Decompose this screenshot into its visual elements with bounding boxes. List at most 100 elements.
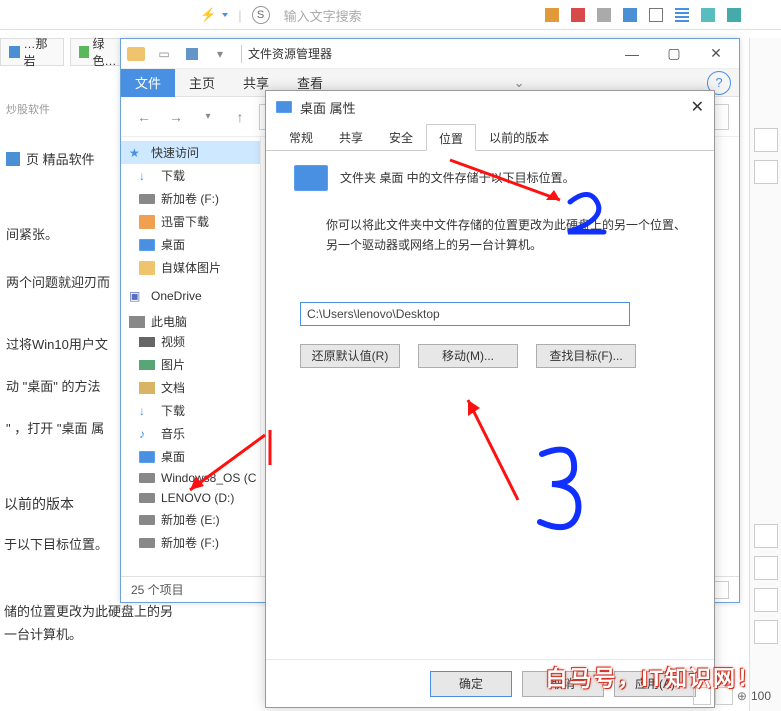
dialog-tabs: 常规 共享 安全 位置 以前的版本	[266, 123, 714, 151]
video-icon	[139, 337, 155, 347]
folder-icon	[139, 215, 155, 229]
sidebar-label: 新加卷 (E:)	[161, 511, 220, 528]
search-provider-icon[interactable]: S	[252, 6, 270, 24]
move-button[interactable]: 移动(M)...	[418, 344, 518, 368]
bg-paragraph: 于以下目标位置。	[0, 530, 112, 557]
qat-btn-2[interactable]	[181, 43, 203, 65]
qat-btn-1[interactable]: ▭	[153, 43, 175, 65]
bolt-icon[interactable]: ⚡	[200, 7, 216, 23]
side-tool-2[interactable]	[754, 160, 778, 184]
location-path-input[interactable]	[300, 302, 630, 326]
tool-icon-7[interactable]	[727, 8, 741, 22]
minimize-button[interactable]: —	[615, 43, 649, 65]
nav-fwd-button[interactable]: →	[163, 104, 189, 130]
tab-label: …那岩	[24, 35, 56, 69]
tool-icon-4[interactable]	[623, 8, 637, 22]
ok-button[interactable]: 确定	[430, 671, 512, 697]
sidebar-item-desktop[interactable]: 桌面	[121, 233, 260, 256]
cloud-icon: ▣	[129, 289, 145, 303]
folder-icon	[139, 261, 155, 275]
tab-previous-versions[interactable]: 以前的版本	[476, 123, 562, 150]
sidebar-item-pictures[interactable]: 图片	[121, 353, 260, 376]
side-tool-5[interactable]	[754, 588, 778, 612]
sidebar-label: 桌面	[161, 236, 185, 253]
sidebar-label: 此电脑	[151, 313, 187, 330]
sidebar-label: 迅雷下载	[161, 213, 209, 230]
ribbon-tab-file[interactable]: 文件	[121, 69, 175, 97]
drive-icon	[139, 515, 155, 525]
right-side-panel	[749, 38, 781, 711]
desktop-icon	[276, 101, 292, 113]
pc-icon	[129, 316, 145, 328]
status-item-count: 25 个项目	[131, 581, 184, 598]
dialog-body: 文件夹 桌面 中的文件存储于以下目标位置。 你可以将此文件夹中文件存储的位置更改…	[266, 151, 714, 382]
tool-icon-5[interactable]	[649, 8, 663, 22]
drive-icon	[139, 473, 155, 483]
side-tool-3[interactable]	[754, 524, 778, 548]
sidebar-item-desktop2[interactable]: 桌面	[121, 445, 260, 468]
sidebar-item-drive-f[interactable]: 新加卷 (F:)	[121, 187, 260, 210]
nav-up-button[interactable]: ↑	[227, 104, 253, 130]
qat-dropdown[interactable]: ▾	[209, 43, 231, 65]
ribbon-expand-icon[interactable]: ⌄	[514, 75, 525, 91]
tab-1[interactable]: …那岩	[0, 38, 64, 66]
tab-security[interactable]: 安全	[376, 123, 426, 150]
sidebar-label: 图片	[161, 356, 185, 373]
icon-group: ⚡	[200, 7, 228, 23]
ribbon-tab-home[interactable]: 主页	[175, 69, 229, 97]
sidebar-item-downloads[interactable]: ↓下载	[121, 164, 260, 187]
close-button[interactable]: ✕	[699, 43, 733, 65]
tool-icon-2[interactable]	[571, 8, 585, 22]
separator: |	[238, 8, 241, 23]
nav-history-button[interactable]: ▾	[195, 104, 221, 130]
top-right-icons	[545, 8, 741, 22]
sidebar-quick-access[interactable]: ★ 快速访问	[121, 141, 260, 164]
sidebar-item-drive-e[interactable]: 新加卷 (E:)	[121, 508, 260, 531]
sidebar-label: 新加卷 (F:)	[161, 534, 219, 551]
sidebar-label: Windows8_OS (C	[161, 471, 256, 485]
location-header-row: 文件夹 桌面 中的文件存储于以下目标位置。	[294, 165, 686, 191]
desktop-icon	[139, 451, 155, 463]
sidebar-this-pc[interactable]: 此电脑	[121, 313, 260, 330]
tool-icon-3[interactable]	[597, 8, 611, 22]
sidebar-item-downloads2[interactable]: ↓下载	[121, 399, 260, 422]
sidebar-onedrive[interactable]: ▣ OneDrive	[121, 289, 260, 303]
star-icon: ★	[129, 146, 145, 160]
sidebar-label: 下载	[161, 167, 185, 184]
explorer-titlebar[interactable]: ▭ ▾ 文件资源管理器 — ▢ ✕	[121, 39, 739, 69]
restore-default-button[interactable]: 还原默认值(R)	[300, 344, 400, 368]
sidebar-item-documents[interactable]: 文档	[121, 376, 260, 399]
grid-icon[interactable]	[675, 8, 689, 22]
sidebar-item-xunlei[interactable]: 迅雷下载	[121, 210, 260, 233]
sidebar-item-videos[interactable]: 视频	[121, 330, 260, 353]
tool-icon-1[interactable]	[545, 8, 559, 22]
browser-top-bar: ⚡ | S 输入文字搜索	[0, 0, 781, 30]
watermark-text: 白马号，IT知识网！	[545, 661, 761, 693]
nav-back-button[interactable]: ←	[131, 104, 157, 130]
dialog-titlebar[interactable]: 桌面 属性 ✕	[266, 91, 714, 123]
side-tool-4[interactable]	[754, 556, 778, 580]
chevron-down-icon[interactable]	[222, 13, 228, 17]
dialog-title: 桌面 属性	[300, 98, 356, 117]
close-button[interactable]: ✕	[691, 97, 704, 117]
sidebar-item-music[interactable]: ♪音乐	[121, 422, 260, 445]
side-tool-1[interactable]	[754, 128, 778, 152]
tab-location[interactable]: 位置	[426, 124, 476, 151]
music-icon: ♪	[139, 427, 155, 441]
drive-icon	[139, 493, 155, 503]
sidebar-item-media-pics[interactable]: 自媒体图片	[121, 256, 260, 279]
bg-section-title: 以前的版本	[0, 490, 78, 518]
tab-sharing[interactable]: 共享	[326, 123, 376, 150]
tab-general[interactable]: 常规	[276, 123, 326, 150]
find-target-button[interactable]: 查找目标(F)...	[536, 344, 636, 368]
sidebar-item-drive-c[interactable]: Windows8_OS (C	[121, 468, 260, 488]
side-tool-6[interactable]	[754, 620, 778, 644]
sidebar-item-drive-d[interactable]: LENOVO (D:)	[121, 488, 260, 508]
desktop-large-icon	[294, 165, 328, 191]
location-heading-text: 文件夹 桌面 中的文件存储于以下目标位置。	[340, 165, 575, 186]
search-input[interactable]: 输入文字搜索	[284, 6, 362, 25]
maximize-button[interactable]: ▢	[657, 43, 691, 65]
sidebar-label: OneDrive	[151, 289, 202, 303]
tool-icon-6[interactable]	[701, 8, 715, 22]
sidebar-item-drive-f2[interactable]: 新加卷 (F:)	[121, 531, 260, 554]
